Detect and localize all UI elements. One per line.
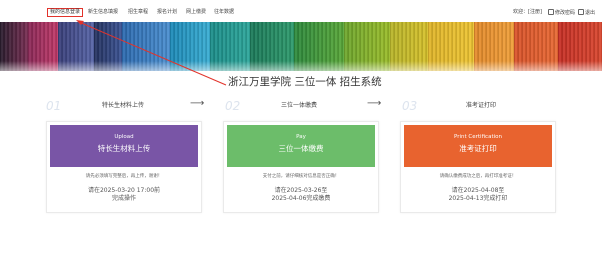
arrow-right-icon: ⟶ — [190, 98, 205, 109]
nav-item-enrollment-plan[interactable]: 报名计划 — [157, 9, 177, 16]
nav-item-new-student-info[interactable]: 新生信息填报 — [88, 9, 118, 16]
page: 我的信息登录 新生信息填报 招生章程 报名计划 网上缴费 往年数据 欢迎：[注册… — [0, 0, 602, 260]
step-title-1: 特长生材料上传 — [102, 102, 145, 109]
step-number-1: 01 — [46, 99, 62, 113]
lock-icon — [548, 9, 554, 15]
step-title-3: 准考证打印 — [466, 102, 497, 109]
upload-note: 请先必须填写完整后，再上传，谢谢！ — [85, 174, 163, 179]
upload-deadline-line2: 完成操作 — [111, 195, 136, 202]
pay-button-cn-label: 三位一体缴费 — [278, 144, 324, 153]
pay-button-en-label: Pay — [296, 134, 306, 140]
arrow-right-icon: ⟶ — [367, 98, 382, 109]
nav-item-my-info-login[interactable]: 我的信息登录 — [47, 8, 84, 17]
pay-deadline-line1: 请在2025-03-26至 — [274, 187, 328, 194]
logout-icon — [578, 9, 584, 15]
change-password-label: 修改密码 — [555, 10, 576, 16]
step-number-2: 02 — [225, 99, 241, 113]
top-nav: 我的信息登录 新生信息填报 招生章程 报名计划 网上缴费 往年数据 欢迎：[注册… — [0, 0, 602, 22]
step-title-2: 三位一体缴费 — [281, 102, 318, 109]
print-button[interactable]: Print Certification 准考证打印 — [404, 125, 552, 167]
print-deadline: 请在2025-04-08至 2025-04-13完成打印 — [401, 187, 555, 203]
pay-card: Pay 三位一体缴费 支付之前，请仔细核对信息是否正确！ 请在2025-03-2… — [223, 121, 379, 213]
welcome-text: 欢迎：[注册] — [513, 9, 542, 15]
upload-card: Upload 特长生材料上传 请先必须填写完整后，再上传，谢谢！ 请在2025-… — [46, 121, 202, 213]
nav-item-online-payment[interactable]: 网上缴费 — [186, 9, 206, 16]
page-title: 浙江万里学院 三位一体 招生系统 — [228, 76, 382, 88]
pay-button[interactable]: Pay 三位一体缴费 — [227, 125, 375, 167]
logout-link[interactable]: 退出 — [578, 9, 595, 17]
step-number-3: 03 — [402, 99, 418, 113]
print-deadline-line2: 2025-04-13完成打印 — [448, 195, 508, 202]
print-card: Print Certification 准考证打印 请确认缴费成功之后，再打印准… — [400, 121, 556, 213]
upload-button-cn-label: 特长生材料上传 — [97, 144, 151, 153]
upload-button-en-label: Upload — [114, 134, 134, 140]
pay-deadline-line2: 2025-04-06完成缴费 — [271, 195, 331, 202]
upload-deadline: 请在2025-03-20 17:00前 完成操作 — [47, 187, 201, 203]
pay-deadline: 请在2025-03-26至 2025-04-06完成缴费 — [224, 187, 378, 203]
logout-label: 退出 — [585, 10, 596, 16]
print-button-en-label: Print Certification — [454, 134, 502, 140]
upload-button[interactable]: Upload 特长生材料上传 — [50, 125, 198, 167]
print-deadline-line1: 请在2025-04-08至 — [451, 187, 505, 194]
pay-note: 支付之前，请仔细核对信息是否正确！ — [262, 174, 340, 179]
print-button-cn-label: 准考证打印 — [459, 144, 497, 153]
nav-item-past-data[interactable]: 往年数据 — [214, 9, 234, 16]
upload-deadline-line1: 请在2025-03-20 17:00前 — [87, 187, 161, 194]
banner-image — [0, 22, 602, 71]
print-note: 请确认缴费成功之后，再打印准考证！ — [439, 174, 517, 179]
change-password-link[interactable]: 修改密码 — [548, 9, 575, 17]
nav-item-admission-rules[interactable]: 招生章程 — [128, 9, 148, 16]
